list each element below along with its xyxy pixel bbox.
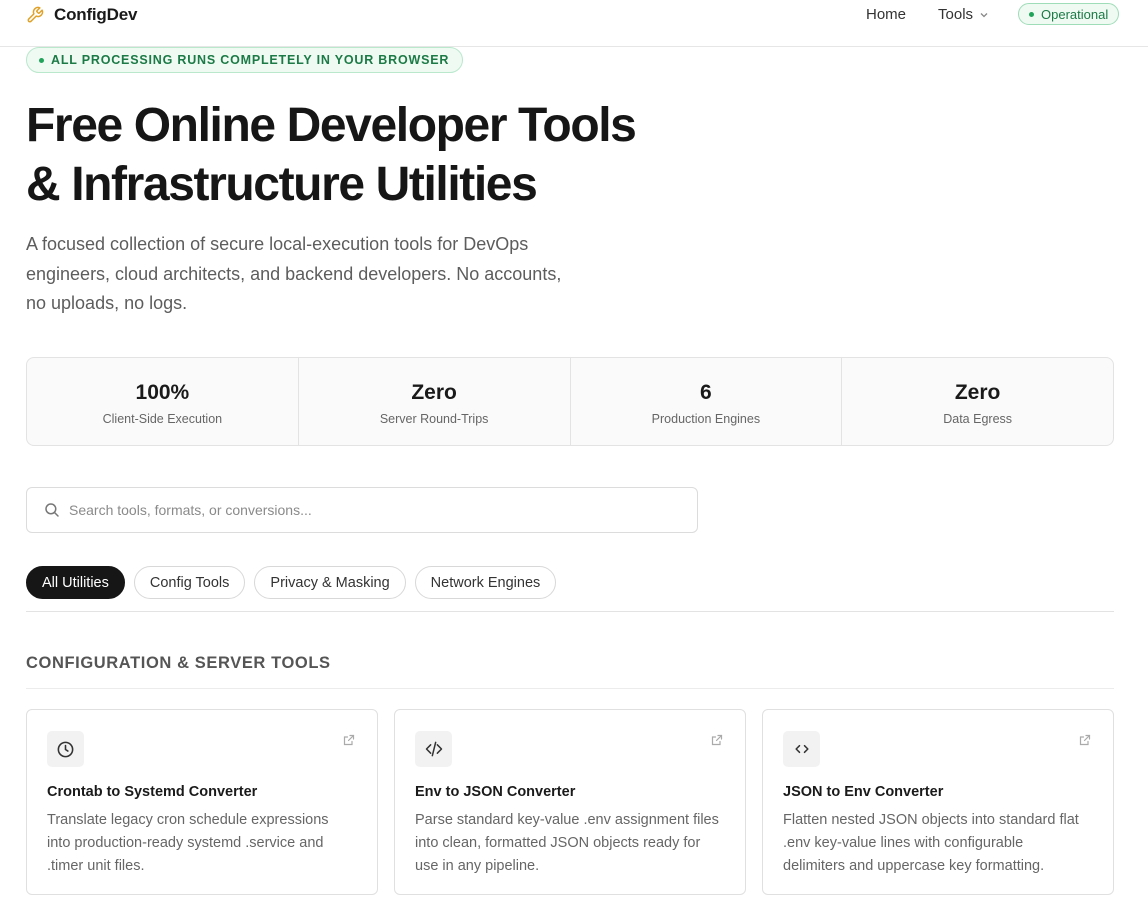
page-title-line-2: & Infrastructure Utilities bbox=[26, 158, 538, 211]
card-description-line-3: use in any pipeline. bbox=[415, 858, 540, 874]
stat-value: 6 bbox=[700, 381, 712, 404]
card-description-line-3: .timer unit files. bbox=[47, 858, 145, 874]
card-description-line-1: Flatten nested JSON objects into standar… bbox=[783, 812, 1079, 828]
badge-dot-icon bbox=[39, 57, 44, 63]
privacy-badge-text: ALL PROCESSING RUNS COMPLETELY IN YOUR B… bbox=[51, 53, 450, 67]
privacy-badge: ALL PROCESSING RUNS COMPLETELY IN YOUR B… bbox=[26, 47, 464, 73]
filter-privacy-masking[interactable]: Privacy & Masking bbox=[254, 566, 406, 599]
external-link-icon[interactable] bbox=[343, 734, 355, 746]
search-box[interactable] bbox=[26, 487, 698, 533]
nav-tools-label: Tools bbox=[938, 6, 974, 23]
filter-network-engines[interactable]: Network Engines bbox=[414, 566, 557, 599]
chevron-down-icon bbox=[980, 12, 988, 17]
stat-client-side: 100% Client-Side Execution bbox=[27, 358, 299, 445]
filter-config-tools[interactable]: Config Tools bbox=[133, 566, 246, 599]
angle-brackets-icon bbox=[794, 744, 809, 754]
stat-label: Client-Side Execution bbox=[102, 412, 223, 426]
hero-subtitle: A focused collection of secure local-exe… bbox=[26, 230, 626, 319]
card-icon-box bbox=[415, 731, 452, 767]
card-description: Parse standard key-value .env assignment… bbox=[415, 809, 725, 878]
card-description-line-2: into clean, formatted JSON objects ready… bbox=[415, 835, 701, 851]
stat-server-round-trips: Zero Server Round-Trips bbox=[299, 358, 571, 445]
stat-value: 100% bbox=[135, 381, 190, 404]
brand-name: ConfigDev bbox=[54, 5, 138, 24]
card-description-line-1: Translate legacy cron schedule expressio… bbox=[47, 812, 329, 828]
stats-panel: 100% Client-Side Execution Zero Server R… bbox=[26, 357, 1114, 446]
card-description: Translate legacy cron schedule expressio… bbox=[47, 809, 357, 878]
tool-card-crontab[interactable]: Crontab to Systemd Converter Translate l… bbox=[26, 709, 378, 895]
page-title-line-1: Free Online Developer Tools bbox=[26, 99, 637, 152]
filter-divider bbox=[26, 611, 1114, 612]
card-description-line-3: delimiters and uppercase key formatting. bbox=[783, 858, 1045, 874]
stat-value: Zero bbox=[954, 381, 1001, 404]
tool-card-env-to-json[interactable]: Env to JSON Converter Parse standard key… bbox=[394, 709, 746, 895]
card-description: Flatten nested JSON objects into standar… bbox=[783, 809, 1093, 878]
search-input[interactable] bbox=[69, 502, 649, 518]
filter-chips: All Utilities Config Tools Privacy & Mas… bbox=[26, 566, 565, 599]
top-header: ConfigDev Home Tools Operational bbox=[0, 0, 1148, 47]
nav-tools-dropdown[interactable]: Tools bbox=[938, 6, 989, 23]
card-title: JSON to Env Converter bbox=[783, 784, 944, 800]
stat-production-engines: 6 Production Engines bbox=[571, 358, 843, 445]
status-badge: Operational bbox=[1018, 3, 1120, 25]
card-title: Env to JSON Converter bbox=[415, 784, 576, 800]
status-text: Operational bbox=[1041, 6, 1109, 22]
filter-all-utilities[interactable]: All Utilities bbox=[26, 566, 125, 599]
tool-card-json-to-env[interactable]: JSON to Env Converter Flatten nested JSO… bbox=[762, 709, 1114, 895]
external-link-icon[interactable] bbox=[1079, 734, 1091, 746]
card-description-line-2: .env key-value lines with configurable bbox=[783, 835, 1024, 851]
card-icon-box bbox=[783, 731, 820, 767]
nav-home-link[interactable]: Home bbox=[866, 6, 906, 23]
card-description-line-1: Parse standard key-value .env assignment… bbox=[415, 812, 719, 828]
wrench-icon bbox=[27, 6, 44, 23]
stat-data-egress: Zero Data Egress bbox=[842, 358, 1113, 445]
hero-subtitle-line-3: no uploads, no logs. bbox=[26, 293, 188, 313]
card-title: Crontab to Systemd Converter bbox=[47, 784, 258, 800]
card-description-line-2: into production-ready systemd .service a… bbox=[47, 835, 324, 851]
brand-logo[interactable]: ConfigDev bbox=[26, 4, 137, 26]
search-icon bbox=[45, 503, 59, 517]
main-nav: Home Tools bbox=[866, 6, 989, 23]
hero-subtitle-line-2: engineers, cloud architects, and backend… bbox=[26, 263, 562, 284]
stat-value: Zero bbox=[411, 381, 457, 404]
page-title: Free Online Developer Tools & Infrastruc… bbox=[26, 96, 726, 214]
code-icon bbox=[425, 741, 442, 757]
status-dot-icon bbox=[1029, 11, 1034, 17]
card-icon-box bbox=[47, 731, 84, 767]
stat-label: Production Engines bbox=[651, 412, 761, 426]
hero-subtitle-line-1: A focused collection of secure local-exe… bbox=[26, 234, 529, 254]
section-divider bbox=[26, 688, 1114, 689]
external-link-icon[interactable] bbox=[711, 734, 723, 746]
section-title: CONFIGURATION & SERVER TOOLS bbox=[26, 654, 331, 672]
stat-label: Server Round-Trips bbox=[379, 412, 489, 426]
clock-icon bbox=[57, 741, 74, 757]
stat-label: Data Egress bbox=[943, 412, 1013, 426]
